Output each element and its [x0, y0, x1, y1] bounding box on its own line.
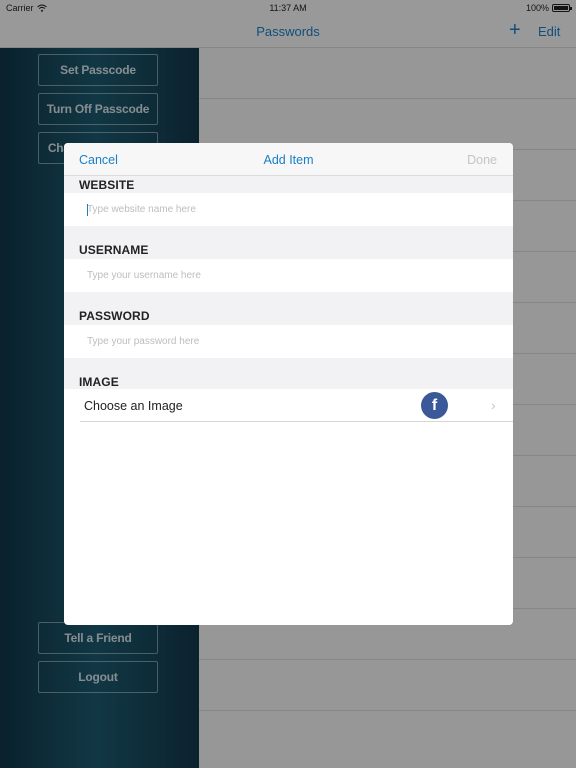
row-divider-inset [64, 421, 80, 423]
password-label: PASSWORD [79, 309, 150, 323]
website-section-header: WEBSITE [64, 176, 513, 193]
image-section-header: IMAGE [64, 358, 513, 389]
modal-title: Add Item [263, 153, 314, 167]
choose-image-label: Choose an Image [84, 399, 183, 413]
website-field[interactable] [64, 193, 513, 226]
password-field[interactable] [64, 325, 513, 358]
modal-header: Cancel Add Item Done [64, 143, 513, 176]
website-input[interactable] [87, 193, 487, 226]
facebook-icon: f [421, 392, 448, 419]
username-field[interactable] [64, 259, 513, 292]
username-label: USERNAME [79, 243, 149, 257]
username-section-header: USERNAME [64, 226, 513, 259]
chevron-right-icon: › [491, 397, 496, 413]
choose-image-row[interactable]: Choose an Image f › [64, 389, 513, 422]
done-button[interactable]: Done [467, 153, 497, 167]
username-input[interactable] [87, 259, 487, 292]
add-item-modal: Cancel Add Item Done WEBSITE USERNAME PA… [64, 143, 513, 625]
password-input[interactable] [87, 325, 487, 358]
text-cursor [87, 204, 88, 216]
image-label: IMAGE [79, 375, 119, 389]
password-section-header: PASSWORD [64, 292, 513, 325]
website-label: WEBSITE [79, 178, 135, 192]
